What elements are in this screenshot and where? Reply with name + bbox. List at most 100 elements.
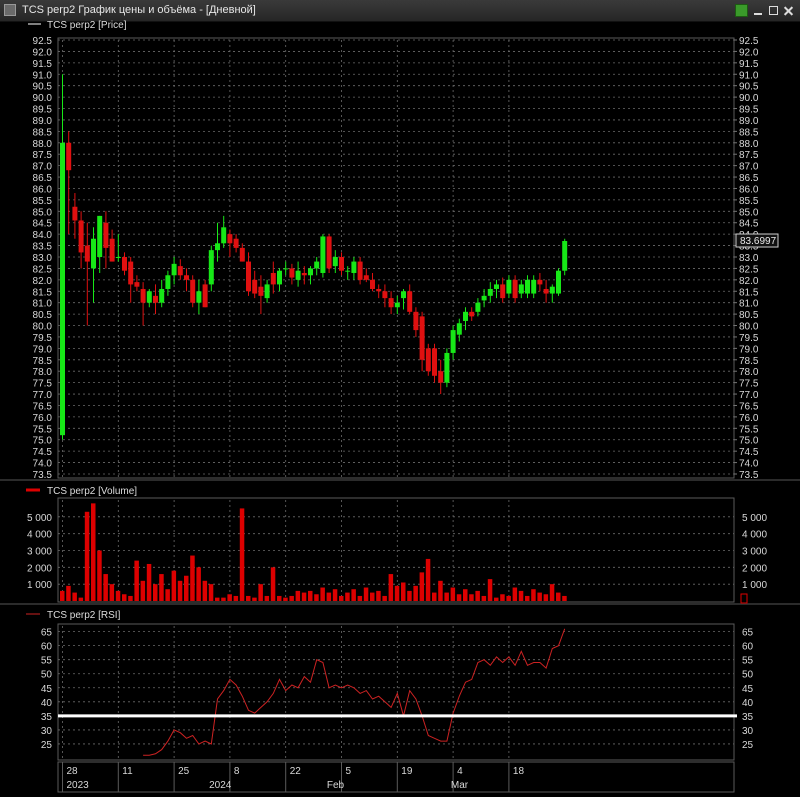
volume-bar [407, 590, 412, 601]
price-tick-label-right: 87.5 [739, 150, 759, 161]
price-legend-label: TCS perp2 [Price] [47, 20, 127, 31]
candle-body [264, 284, 270, 299]
candle [277, 268, 282, 292]
volume-bar [345, 592, 350, 601]
volume-bar [202, 580, 208, 601]
rsi-tick-label-right: 45 [742, 684, 754, 695]
price-tick-label-right: 82.0 [739, 276, 759, 287]
volume-bar [301, 592, 307, 601]
price-legend: TCS perp2 [Price] [28, 20, 127, 31]
candle [122, 252, 127, 276]
candle-body [215, 243, 220, 251]
candle-body [332, 257, 338, 267]
candle-body [481, 295, 487, 301]
candle [301, 266, 307, 285]
time-period-label: 2023 [67, 780, 90, 791]
price-tick-label-left: 88.5 [33, 127, 53, 138]
price-tick-label-left: 76.0 [33, 413, 53, 424]
price-tick-label-left: 81.5 [33, 287, 53, 298]
volume-tick-label-right: 4 000 [742, 530, 767, 541]
candle [258, 275, 264, 315]
candle [407, 284, 413, 315]
candle [357, 257, 363, 285]
candle-body [506, 279, 512, 294]
candle [500, 277, 506, 303]
price-tick-label-right: 75.0 [739, 436, 759, 447]
rsi-legend: TCS perp2 [RSI] [26, 610, 121, 621]
price-tick-label-right: 91.5 [739, 59, 759, 70]
price-tick-label-left: 80.0 [33, 322, 53, 333]
candle-body [562, 241, 568, 271]
candle-body [258, 286, 264, 296]
volume-tick-label-left: 4 000 [27, 530, 52, 541]
volume-bar [190, 555, 195, 601]
candle-body [128, 261, 134, 285]
candle-body [475, 302, 481, 312]
candle [190, 275, 196, 308]
candle-body [450, 330, 456, 353]
volume-bar [184, 575, 189, 601]
rsi-tick-label-left: 25 [41, 740, 53, 751]
candle-body [444, 352, 450, 383]
candle [438, 359, 444, 395]
candle [159, 279, 165, 308]
candle-body [246, 261, 251, 292]
time-tick-label: 19 [401, 766, 413, 777]
volume-bar [221, 597, 226, 601]
price-tick-label-left: 90.5 [33, 82, 53, 93]
volume-tick-label-right: 5 000 [742, 513, 767, 524]
candle [432, 343, 437, 383]
price-tick-label-left: 91.0 [33, 70, 53, 81]
candle [283, 261, 289, 276]
volume-bar [196, 567, 201, 601]
last-price-tag: 83.6997 [735, 233, 779, 248]
rsi-grid [58, 626, 734, 759]
candle-body [233, 238, 239, 248]
candle [481, 288, 487, 308]
candle [456, 318, 462, 342]
volume-bar [72, 592, 77, 601]
candle-body [115, 257, 121, 258]
candle [233, 234, 239, 253]
rsi-tick-label-left: 45 [41, 684, 53, 695]
candle [332, 250, 338, 273]
price-tick-label-left: 88.0 [33, 139, 53, 150]
candle-body [407, 291, 413, 312]
candle-body [549, 286, 555, 294]
price-tick-label-right: 85.5 [739, 196, 759, 207]
candle-body [401, 291, 406, 299]
price-tick-label-left: 83.5 [33, 242, 53, 253]
price-tick-label-left: 79.5 [33, 333, 53, 344]
price-panel-frame [57, 37, 735, 479]
volume-bar [115, 590, 121, 601]
rsi-tick-label-left: 35 [41, 712, 53, 723]
price-tick-label-left: 74.0 [33, 459, 53, 470]
volume-bar [351, 589, 356, 601]
candle-body [72, 206, 78, 221]
volume-bar [370, 592, 375, 601]
candle-body [66, 142, 72, 171]
chart-canvas[interactable]: TCS perp2 [Price] TCS perp2 [Volume] TCS… [0, 0, 800, 797]
volume-bar [215, 597, 220, 601]
candle [221, 215, 227, 248]
candle [184, 268, 189, 292]
candle-body [357, 261, 363, 280]
price-tick-label-left: 78.0 [33, 367, 53, 378]
time-period-label: 2024 [209, 780, 232, 791]
volume-bar [357, 595, 363, 601]
volume-bar [549, 584, 555, 601]
volume-bar [308, 590, 313, 601]
volume-bar [146, 563, 152, 601]
candle [289, 263, 295, 285]
candle [115, 234, 121, 262]
candle-body [363, 275, 369, 280]
candle-body [339, 257, 344, 271]
candle [537, 272, 543, 292]
price-tick-label-left: 89.5 [33, 105, 53, 116]
candle [215, 222, 220, 262]
price-tick-label-right: 78.0 [739, 367, 759, 378]
candle [171, 257, 177, 285]
volume-tick-label-right: 3 000 [742, 547, 767, 558]
candle-body [227, 234, 233, 244]
candle-body [469, 311, 475, 317]
